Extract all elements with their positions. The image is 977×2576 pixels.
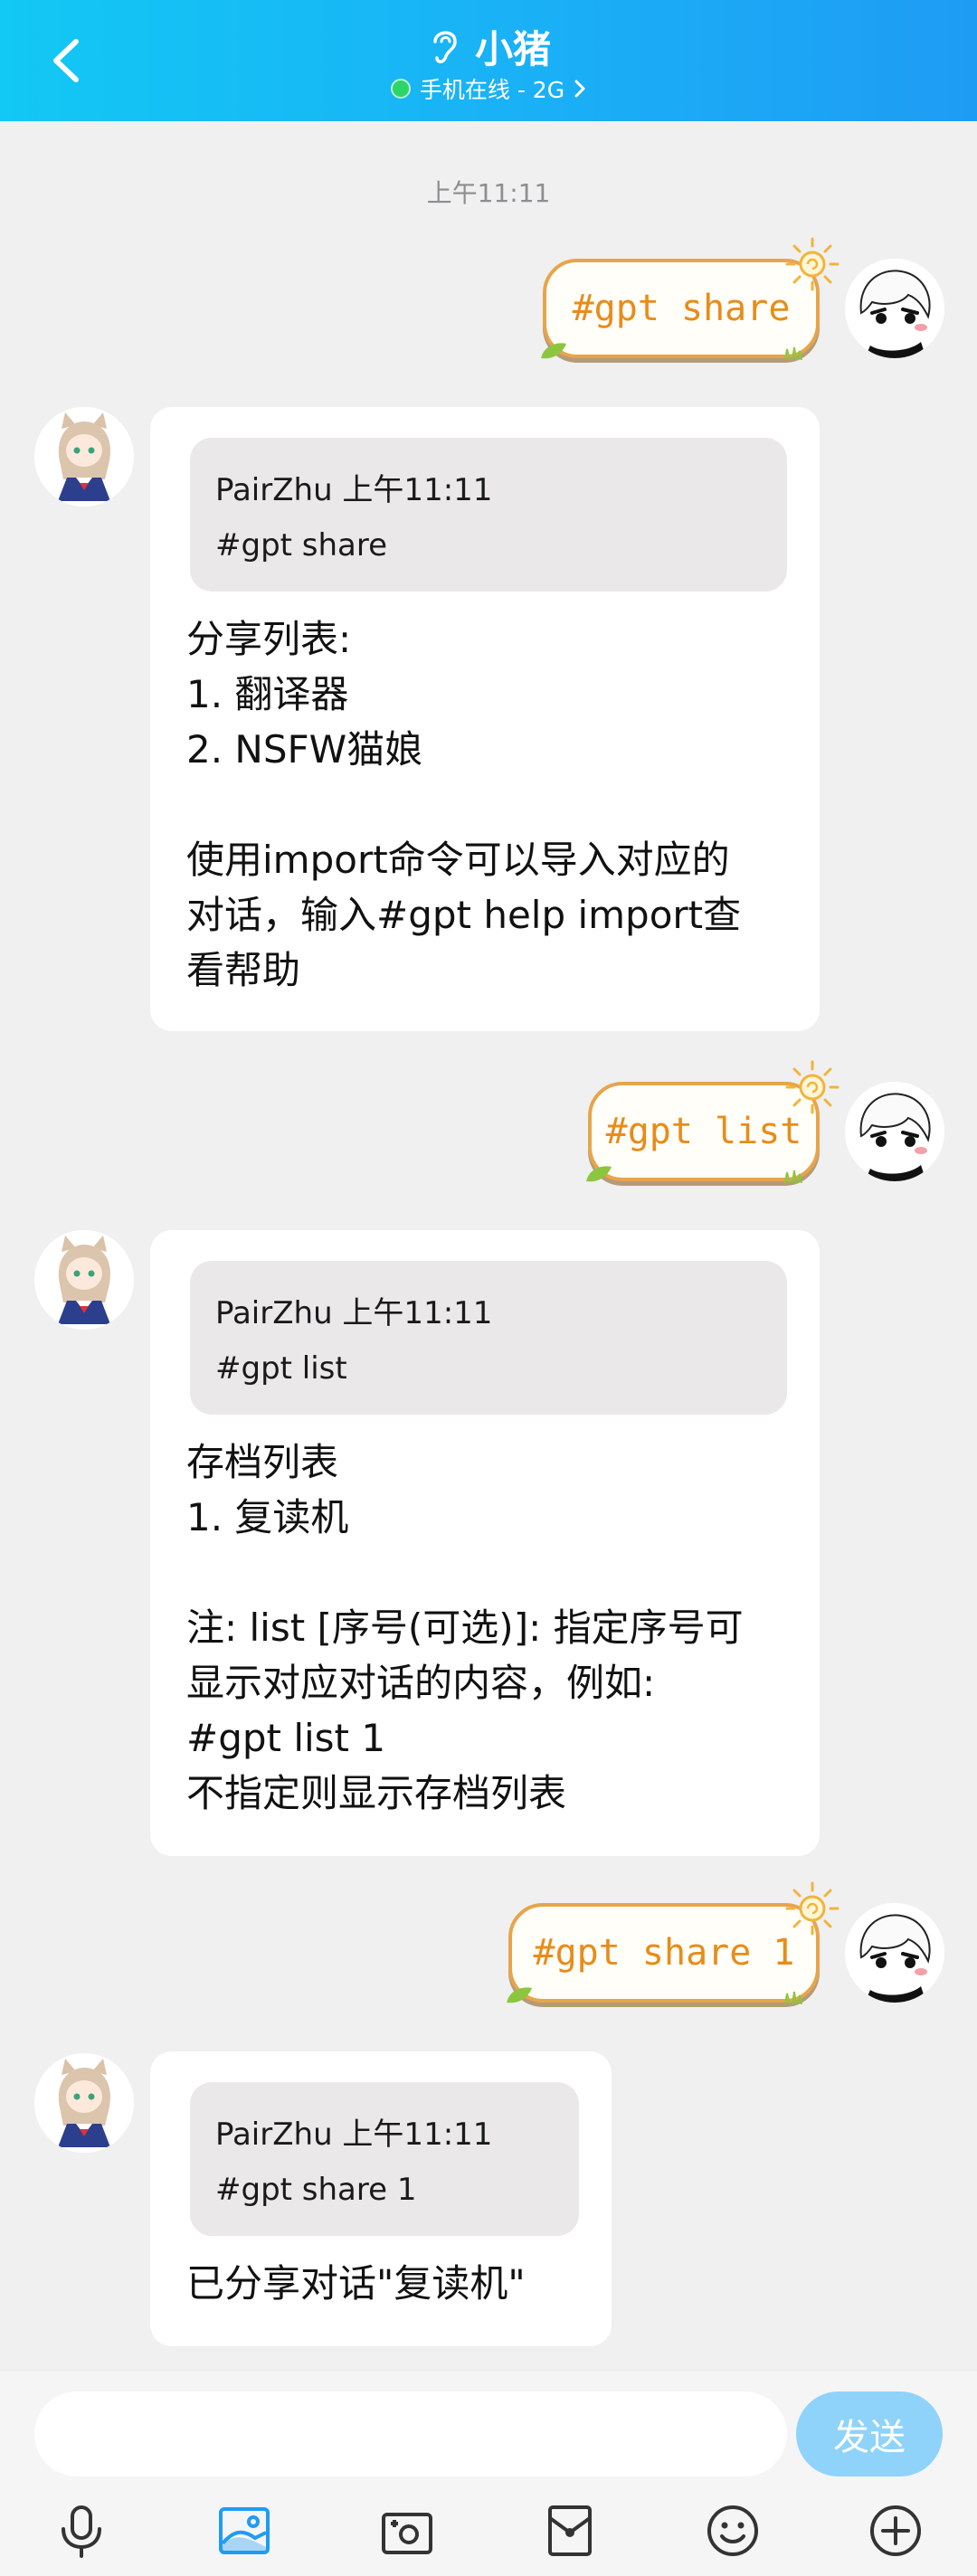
sent-message[interactable]: #gpt share [541, 237, 839, 360]
grass-decoration-icon [784, 1991, 802, 2004]
avatar-icon [34, 1230, 134, 1330]
reply-text: 分享列表: 1. 翻译器 2. NSFW猫娘 使用import命令可以导入对应的… [186, 617, 742, 992]
received-message[interactable]: PairZhu 上午11:11 #gpt list 存档列表 1. 复读机 注:… [150, 1230, 820, 1856]
sent-message-text: #gpt share 1 [533, 1932, 795, 1974]
sun-decoration-icon [785, 1881, 839, 1936]
contact-avatar[interactable] [34, 1230, 134, 1330]
quote-header: PairZhu 上午11:11 [215, 472, 493, 508]
quote-header: PairZhu 上午11:11 [215, 2117, 493, 2153]
message-input[interactable] [34, 2391, 787, 2477]
grass-decoration-icon [784, 346, 802, 360]
quoted-message[interactable]: PairZhu 上午11:11 #gpt share [190, 438, 787, 592]
contact-avatar[interactable] [34, 2053, 134, 2153]
sent-message[interactable]: #gpt share 1 [507, 1881, 839, 2004]
leaf-decoration-icon [541, 343, 566, 359]
avatar-icon [845, 1082, 944, 1181]
quoted-message[interactable]: PairZhu 上午11:11 #gpt share 1 [190, 2082, 579, 2236]
input-area: 发送 [0, 2372, 977, 2576]
reply-text: 已分享对话"复读机" [186, 2261, 526, 2306]
red-packet-icon[interactable] [541, 2502, 599, 2560]
sent-message-text: #gpt list [605, 1111, 802, 1152]
online-status[interactable]: 手机在线 - 2G [0, 71, 977, 107]
contact-avatar[interactable] [34, 407, 134, 507]
avatar-icon [845, 259, 944, 358]
leaf-decoration-icon [507, 1987, 532, 2003]
sent-message-text: #gpt share [572, 288, 791, 329]
my-avatar[interactable] [845, 1903, 944, 2003]
avatar-icon [34, 2053, 134, 2153]
microphone-icon[interactable] [52, 2502, 110, 2560]
ear-icon [433, 31, 457, 63]
plus-icon[interactable] [867, 2502, 925, 2560]
avatar-icon [34, 407, 134, 507]
received-message[interactable]: PairZhu 上午11:11 #gpt share 分享列表: 1. 翻译器 … [150, 407, 820, 1031]
quote-body: #gpt share 1 [215, 2172, 417, 2208]
grass-decoration-icon [784, 1170, 802, 1183]
online-dot-icon [390, 79, 411, 99]
emoji-icon[interactable] [704, 2502, 762, 2560]
quoted-message[interactable]: PairZhu 上午11:11 #gpt list [190, 1261, 787, 1415]
my-avatar[interactable] [845, 1082, 944, 1181]
chat-header: 小猪 手机在线 - 2G [0, 0, 977, 121]
contact-name: 小猪 [474, 26, 551, 71]
avatar-icon [845, 1903, 944, 2003]
status-text: 手机在线 - 2G [419, 77, 565, 103]
image-icon[interactable] [215, 2502, 273, 2560]
sun-decoration-icon [785, 237, 839, 291]
my-avatar[interactable] [845, 259, 944, 358]
send-button[interactable]: 发送 [796, 2391, 943, 2477]
quote-header: PairZhu 上午11:11 [215, 1295, 493, 1331]
camera-icon[interactable] [378, 2502, 436, 2560]
quote-body: #gpt share [215, 527, 388, 564]
received-message[interactable]: PairZhu 上午11:11 #gpt share 1 已分享对话"复读机" [150, 2051, 612, 2346]
sun-decoration-icon [785, 1060, 839, 1114]
chevron-right-icon [574, 80, 585, 98]
leaf-decoration-icon [586, 1166, 612, 1182]
sent-message[interactable]: #gpt list [586, 1060, 839, 1183]
reply-text: 存档列表 1. 复读机 注: list [序号(可选)]: 指定序号可 显示对应… [186, 1440, 744, 1815]
message-time: 上午11:11 [426, 178, 551, 208]
quote-body: #gpt list [215, 1350, 347, 1387]
title-row[interactable]: 小猪 [0, 18, 977, 74]
